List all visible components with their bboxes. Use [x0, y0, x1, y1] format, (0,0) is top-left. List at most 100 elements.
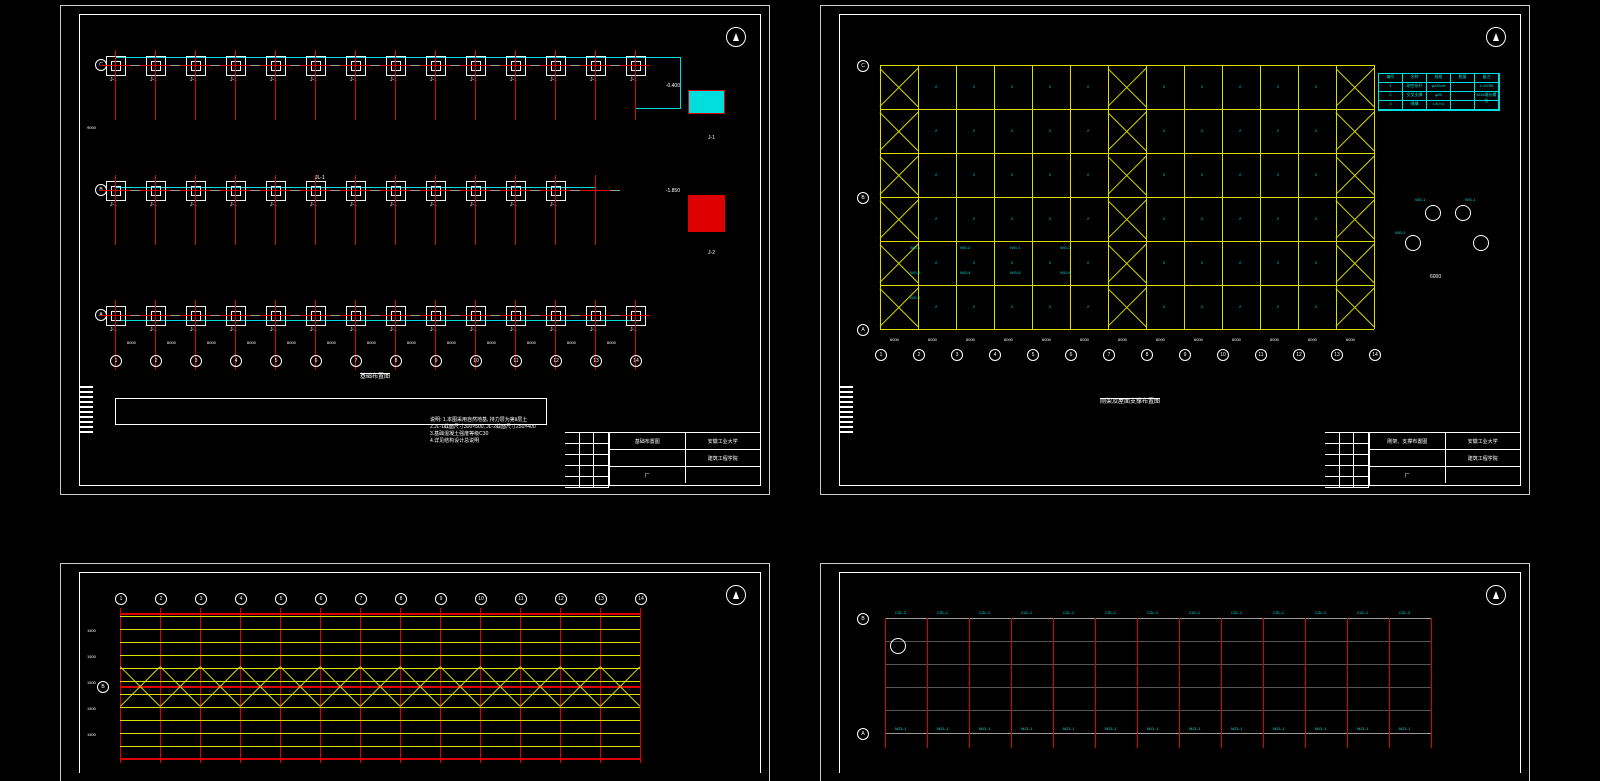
member-label: MZL-1	[1399, 726, 1411, 731]
cell-mark: 2	[1087, 128, 1089, 133]
support-line	[1108, 65, 1109, 329]
cell-mark: 2	[1087, 304, 1089, 309]
cell-mark: 2	[1277, 304, 1279, 309]
member-label: CZL-1	[1147, 610, 1158, 615]
binding-margin	[79, 386, 93, 456]
detail-j1	[688, 90, 725, 114]
cross-brace	[1336, 197, 1374, 241]
cell-mark: 2	[1011, 304, 1013, 309]
cell-mark: 2	[1087, 84, 1089, 89]
sheet-3[interactable]: 1234567891011121314B15001500150015001500	[60, 563, 770, 781]
axis-mark	[475, 175, 476, 245]
member-label: CZL-1	[1315, 610, 1326, 615]
column-line	[1389, 618, 1390, 748]
column-line	[927, 618, 928, 748]
support-line	[1374, 65, 1375, 329]
cell-mark: 2	[1201, 216, 1203, 221]
member-label: MZL-1	[1315, 726, 1327, 731]
purlin-line	[120, 668, 640, 669]
footing	[546, 181, 566, 201]
support-line	[1222, 65, 1223, 329]
beam-label: JL-1	[315, 175, 325, 181]
axis-mark	[315, 175, 316, 245]
sheet-border: C B A J-1J-1J-1J-1J-1J-1J-1J-1J-1J-1J-1J…	[79, 14, 761, 486]
dept: 建筑工程学院	[1446, 450, 1521, 466]
dim-text: 6000	[287, 340, 296, 345]
footing	[186, 56, 206, 76]
member-label: CZL-2	[895, 610, 906, 615]
purlin-line	[120, 733, 640, 734]
detail-j2	[688, 195, 725, 232]
axis-bubble: 2	[913, 349, 925, 361]
axis-bubble: 10	[1217, 349, 1229, 361]
detail-dim: 6000	[1430, 274, 1441, 280]
footing	[386, 181, 406, 201]
dim-text: 6000	[407, 340, 416, 345]
axis-bubble: 13	[1331, 349, 1343, 361]
dim-text: 9000	[87, 125, 96, 130]
column-line	[885, 618, 886, 748]
dim-text: 6000	[1270, 337, 1279, 342]
roof-purlin-plan: 1234567891011121314B15001500150015001500	[115, 593, 740, 773]
cell-mark: 2	[1049, 216, 1051, 221]
cell-mark: 2	[935, 260, 937, 265]
cell-mark: 2	[1049, 172, 1051, 177]
sheet-4[interactable]: BACZL-2MZL-1CZL-1MZL-1CZL-1MZL-1CZL-1MZL…	[820, 563, 1530, 781]
support-line	[1336, 65, 1337, 329]
axis-bubble: 8	[390, 355, 402, 367]
axis-bubble: 14	[635, 593, 647, 605]
member-label: MZL-1	[1063, 726, 1075, 731]
grid-line	[640, 608, 641, 763]
support-line	[956, 65, 957, 329]
cell-mark: 2	[1049, 260, 1051, 265]
axis-bubble: 12	[555, 593, 567, 605]
sheet-1[interactable]: C B A J-1J-1J-1J-1J-1J-1J-1J-1J-1J-1J-1J…	[60, 5, 770, 495]
dim-text: 6000	[247, 340, 256, 345]
axis-bubble: 2	[150, 355, 162, 367]
footing	[106, 56, 126, 76]
girt-line	[885, 664, 1431, 665]
detail-label: WD-1	[1415, 197, 1425, 202]
cell-mark: 2	[1201, 128, 1203, 133]
cell-mark: 2	[1239, 260, 1241, 265]
column-line	[1011, 618, 1012, 748]
dim-text: 6000	[487, 340, 496, 345]
member-label: CZL-1	[1231, 610, 1242, 615]
axis-bubble: 14	[630, 355, 642, 367]
dim-text: 6000	[607, 340, 616, 345]
member-label: CZL-1	[1063, 610, 1074, 615]
project: 厂	[610, 467, 686, 483]
axis-bubble: 6	[315, 593, 327, 605]
drawing-caption: 刚架及屋面支撑布置图	[1100, 396, 1160, 405]
cell-mark: 2	[1087, 216, 1089, 221]
dim-text: 6000	[167, 340, 176, 345]
sheet-2[interactable]: 1600026000360004600056000660007600086000…	[820, 5, 1530, 495]
axis-mark	[235, 175, 236, 245]
axis-mark	[475, 50, 476, 120]
axis-bubble: B	[857, 192, 869, 204]
member-label: CZL-1	[937, 610, 948, 615]
girt-line	[885, 687, 1431, 688]
cell-mark: 2	[1011, 128, 1013, 133]
cell-mark: 2	[1163, 216, 1165, 221]
column-line	[1095, 618, 1096, 748]
cell-mark: 2	[1201, 172, 1203, 177]
support-line	[880, 197, 1374, 198]
axis-bubble: 12	[1293, 349, 1305, 361]
parts-table: 编号名称规格数量备注 1刚性系杆φ180×6L=5785 2交叉支撑φ20M14…	[1378, 73, 1500, 111]
footing	[546, 306, 566, 326]
footing	[346, 306, 366, 326]
axis-bubble: 1	[110, 355, 122, 367]
girt-line	[885, 710, 1431, 711]
member-label: CZL-1	[1105, 610, 1116, 615]
column-line	[1263, 618, 1264, 748]
dim-text: 6000	[1232, 337, 1241, 342]
cell-mark: 2	[1163, 84, 1165, 89]
revision-table	[565, 432, 610, 485]
axis-bubble: 6	[1065, 349, 1077, 361]
footing	[426, 306, 446, 326]
cell-mark: 2	[1315, 172, 1317, 177]
dim-text: 1500	[87, 680, 96, 685]
sheet-border: 1600026000360004600056000660007600086000…	[839, 14, 1521, 486]
cad-viewport[interactable]: C B A J-1J-1J-1J-1J-1J-1J-1J-1J-1J-1J-1J…	[0, 0, 1600, 781]
